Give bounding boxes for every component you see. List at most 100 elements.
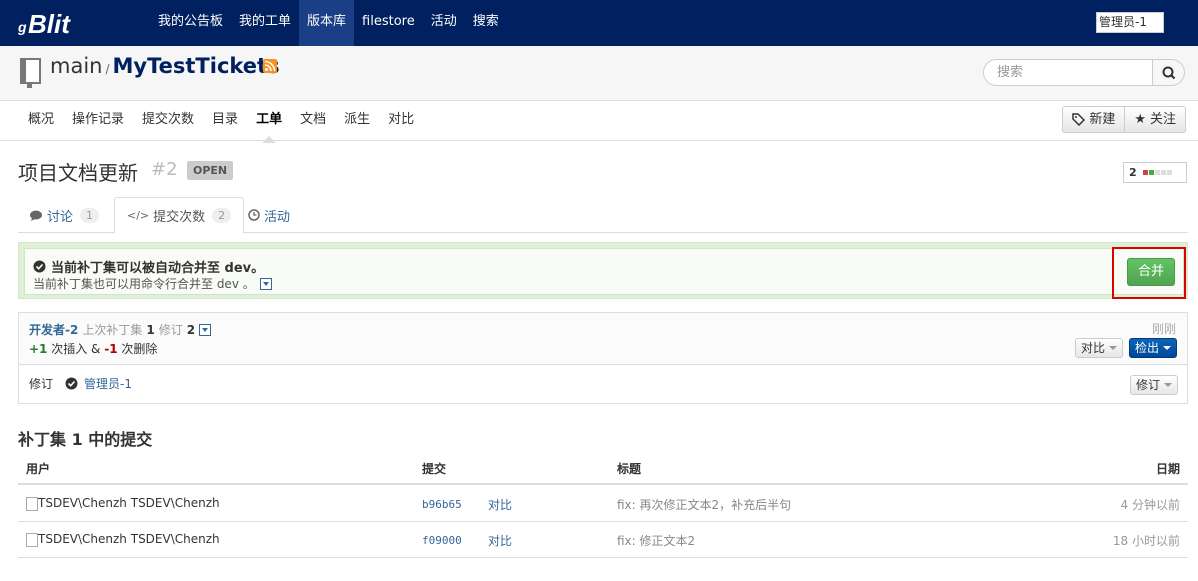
ticket-title: 项目文档更新 (18, 161, 138, 185)
subnav-tickets[interactable]: 工单 (247, 101, 291, 143)
vote-counter[interactable]: 2 (1123, 162, 1187, 183)
subnav-forks[interactable]: 派生 (335, 101, 379, 141)
search-button[interactable] (1152, 59, 1185, 86)
tab-commits-count: 2 (212, 208, 232, 223)
commit-message[interactable]: fix: 再次修正文本2，补充后半句 (617, 496, 791, 513)
watch-button[interactable]: ★ 关注 (1125, 106, 1186, 133)
user-avatar[interactable]: 管理员-1 (1096, 12, 1164, 33)
col-user: 用户 (26, 462, 51, 476)
patchset-number: 1 (146, 322, 155, 337)
subnav-tree[interactable]: 目录 (203, 101, 247, 141)
user-name: TSDEV\Chenzh (130, 532, 220, 546)
deletions-count: -1 (104, 342, 118, 356)
insertions-count: +1 (29, 342, 48, 356)
commit-date: 18 小时以前 (1112, 534, 1180, 548)
search-input[interactable]: 搜索 (983, 59, 1153, 86)
diffstat: +1 次插入 & -1 次删除 (29, 340, 157, 357)
comments-icon (30, 210, 42, 221)
deletions-label: 次删除 (121, 342, 158, 356)
rss-icon[interactable] (263, 59, 277, 73)
commit-sha-link[interactable]: b96b65 (422, 498, 462, 511)
vote-count: 2 (1129, 166, 1137, 179)
tab-commits[interactable]: </> 提交次数 2 (114, 197, 245, 234)
commit-message[interactable]: fix: 修正文本2 (617, 532, 695, 549)
merge-cli-line: 当前补丁集也可以用命令行合并至 dev 。 (33, 275, 272, 292)
path-separator: / (105, 62, 110, 76)
broken-image-icon (26, 532, 38, 547)
table-row: TSDEV\Chenzh TSDEV\Chenzh f09000 对比 fix:… (18, 522, 1188, 558)
compare-label: 对比 (1081, 341, 1106, 355)
merge-status-box: 当前补丁集可以被自动合并至 dev。 当前补丁集也可以用命令行合并至 dev 。 (18, 242, 1188, 299)
merge-button[interactable]: 合并 (1127, 258, 1175, 286)
expand-icon[interactable] (199, 323, 212, 336)
checkout-dropdown-button[interactable]: 检出 (1129, 338, 1178, 358)
commit-sha-link[interactable]: f09000 (422, 534, 462, 547)
nav-item-my-tickets[interactable]: 我的工单 (231, 0, 299, 46)
caret-down-icon (1109, 346, 1118, 350)
watch-label: 关注 (1149, 112, 1176, 127)
compare-dropdown-button[interactable]: 对比 (1075, 338, 1124, 358)
caret-down-icon (1163, 346, 1172, 350)
check-circle-icon (33, 260, 46, 273)
nav-item-repositories[interactable]: 版本库 (299, 0, 355, 46)
checkout-label: 检出 (1135, 341, 1160, 355)
search-icon (1162, 66, 1176, 80)
review-label: 修订 (29, 377, 54, 391)
caret-down-icon (1164, 383, 1173, 387)
repo-header: main / MyTestTickets 搜索 (0, 46, 1198, 101)
nav-item-filestore[interactable]: filestore (354, 0, 423, 46)
code-icon: </> (127, 209, 150, 222)
nav-item-activity[interactable]: 活动 (423, 0, 465, 46)
reviewer-link[interactable]: 管理员-1 (84, 375, 132, 392)
subnav-docs[interactable]: 文档 (291, 101, 335, 141)
broken-image-icon (26, 496, 38, 511)
author-link[interactable]: 开发者-2 (29, 321, 78, 338)
user-img-alt: TSDEV\Chenzh (38, 496, 127, 510)
commits-section-title: 补丁集 1 中的提交 (18, 430, 153, 449)
main-nav: 我的公告板 我的工单 版本库 filestore 活动 搜索 (150, 0, 507, 46)
patchset-label: 上次补丁集 (82, 323, 143, 337)
patchset-time: 刚刚 (1151, 322, 1176, 336)
review-dropdown-button[interactable]: 修订 (1130, 375, 1179, 395)
repository-icon (20, 58, 41, 88)
top-navbar: g Blit 我的公告板 我的工单 版本库 filestore 活动 搜索 管理… (0, 0, 1198, 46)
subnav-summary[interactable]: 概况 (19, 101, 63, 141)
user-cell: TSDEV\Chenzh TSDEV\Chenzh (26, 496, 220, 511)
check-circle-icon (65, 377, 78, 390)
subnav-reflog[interactable]: 操作记录 (63, 101, 133, 141)
revision-number: 2 (186, 322, 196, 337)
expand-icon[interactable] (259, 277, 272, 290)
patchset-summary: 开发者-2 上次补丁集 1 修订 2 (29, 321, 212, 338)
svg-text:g: g (18, 19, 27, 35)
nav-item-dashboard[interactable]: 我的公告板 (150, 0, 231, 46)
table-header: 用户 提交 标题 日期 (18, 455, 1188, 485)
subnav-compare[interactable]: 对比 (379, 101, 423, 141)
gitblit-logo[interactable]: g Blit (18, 7, 100, 39)
tab-discussion[interactable]: 讨论 1 (18, 197, 111, 233)
user-cell: TSDEV\Chenzh TSDEV\Chenzh (26, 532, 220, 547)
ticket-tabs: 讨论 1 </> 提交次数 2 活动 (18, 197, 1188, 234)
merge-cli-text: 当前补丁集也可以用命令行合并至 dev 。 (33, 277, 255, 291)
compare-link[interactable]: 对比 (488, 496, 512, 513)
compare-link[interactable]: 对比 (488, 532, 512, 549)
tab-commits-label: 提交次数 (153, 210, 206, 225)
merge-status-line: 当前补丁集可以被自动合并至 dev。 (33, 257, 264, 276)
repo-name-link[interactable]: MyTestTickets (113, 54, 280, 78)
clock-icon (248, 209, 260, 221)
status-badge: OPEN (187, 161, 234, 180)
ticket-number: #2 (151, 159, 178, 180)
col-title: 标题 (617, 462, 642, 476)
repo-title: main / MyTestTickets (50, 54, 280, 78)
nav-item-search[interactable]: 搜索 (465, 0, 507, 46)
project-link[interactable]: main (50, 54, 102, 78)
review-button-label: 修订 (1136, 378, 1161, 392)
subnav-commits[interactable]: 提交次数 (133, 101, 203, 141)
patchset-box: 开发者-2 上次补丁集 1 修订 2 +1 次插入 & -1 次删除 刚刚 对比… (18, 312, 1188, 404)
repo-subnav: 概况 操作记录 提交次数 目录 工单 文档 派生 对比 新建 ★ 关注 (0, 101, 1198, 143)
svg-text:Blit: Blit (28, 9, 71, 39)
review-row: 修订 管理员-1 (29, 375, 132, 392)
col-date: 日期 (1155, 462, 1180, 476)
new-ticket-button[interactable]: 新建 (1062, 106, 1126, 133)
table-row: TSDEV\Chenzh TSDEV\Chenzh b96b65 对比 fix:… (18, 486, 1188, 522)
tab-activity[interactable]: 活动 (236, 197, 302, 233)
